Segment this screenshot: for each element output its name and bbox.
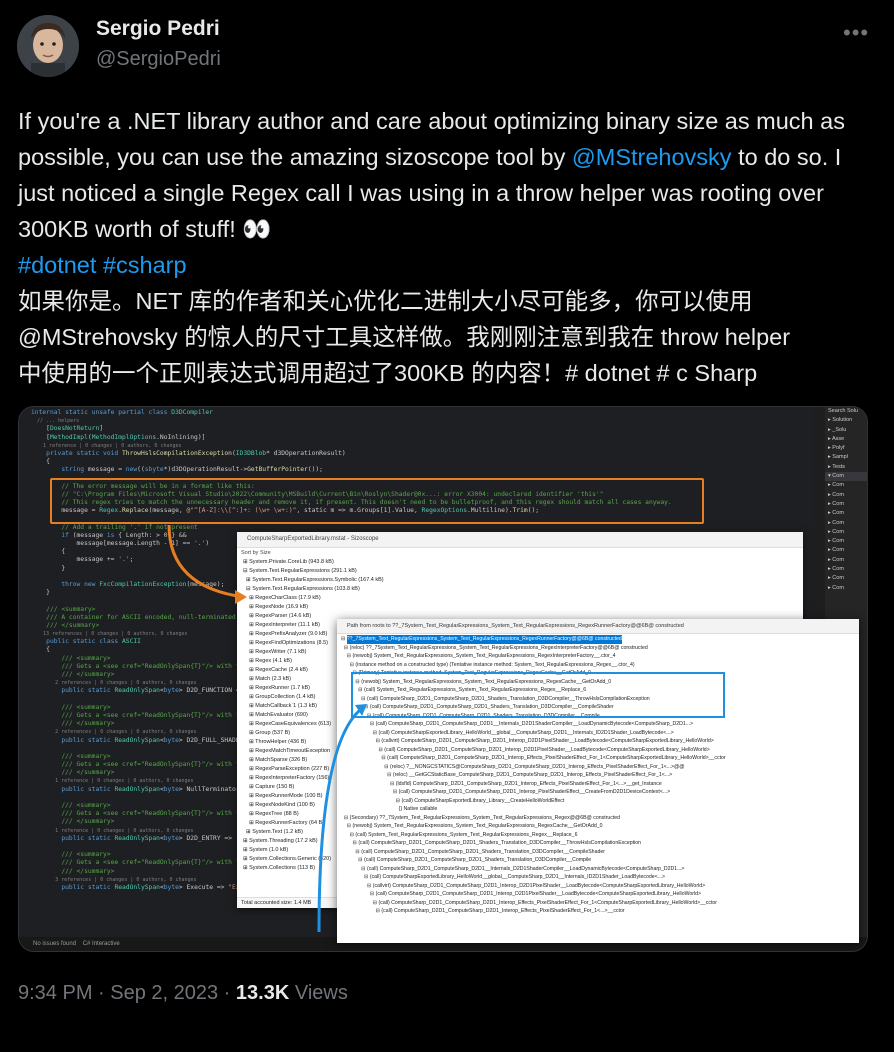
tweet-text: If you're a .NET library author and care… — [18, 103, 868, 391]
highlight-blue-box — [351, 672, 725, 718]
mention-link[interactable]: @MStrehovsky — [572, 144, 732, 170]
avatar[interactable] — [17, 15, 79, 77]
status-issues: No issues found — [33, 941, 77, 947]
hashtag-link[interactable]: #csharp — [103, 252, 187, 278]
path-from-roots-window[interactable]: Path from roots to ??_7System_Text_Regul… — [337, 619, 859, 943]
more-options-icon[interactable]: ••• — [843, 20, 869, 46]
tweet-meta: 9:34 PM · Sep 2, 2023 · 13.3K Views — [18, 982, 348, 1005]
window-title: Path from roots to ??_7System_Text_Regul… — [337, 619, 859, 634]
sort-menu[interactable]: Sort by Size — [237, 548, 803, 558]
author-handle[interactable]: @SergioPedri — [96, 48, 221, 71]
view-count: 13.3K — [235, 982, 290, 1004]
tweet-timestamp[interactable]: 9:34 PM · Sep 2, 2023 · — [18, 982, 236, 1004]
status-mode: C# Interactive — [82, 941, 120, 947]
tweet-media-image[interactable]: internal static unsafe partial class D3D… — [18, 406, 868, 952]
tweet-hashtags: #dotnet #csharp — [18, 247, 868, 283]
translation-line: @MStrehovsky 的惊人的尺寸工具这样做。我刚刚注意到我在 throw … — [18, 324, 791, 350]
solution-search[interactable]: Search Solu — [825, 407, 867, 416]
translation-line: 如果你是。NET 库的作者和关心优化二进制大小尽可能多，你可以使用 — [18, 288, 753, 314]
tweet-body: If you're a .NET library author and care… — [18, 103, 868, 247]
author-name[interactable]: Sergio Pedri — [96, 17, 220, 41]
selected-node[interactable]: ??_7System_Text_RegularExpressions_Syste… — [346, 635, 622, 644]
translation-line: 中使用的一个正则表达式调用超过了300KB 的内容！# dotnet # c S… — [18, 360, 758, 386]
hashtag-link[interactable]: #dotnet — [18, 252, 96, 278]
window-title: ComputeSharpExportedLibrary.mstat - Sizo… — [237, 532, 803, 548]
views-label: Views — [289, 982, 348, 1004]
highlight-orange-box — [50, 478, 704, 524]
